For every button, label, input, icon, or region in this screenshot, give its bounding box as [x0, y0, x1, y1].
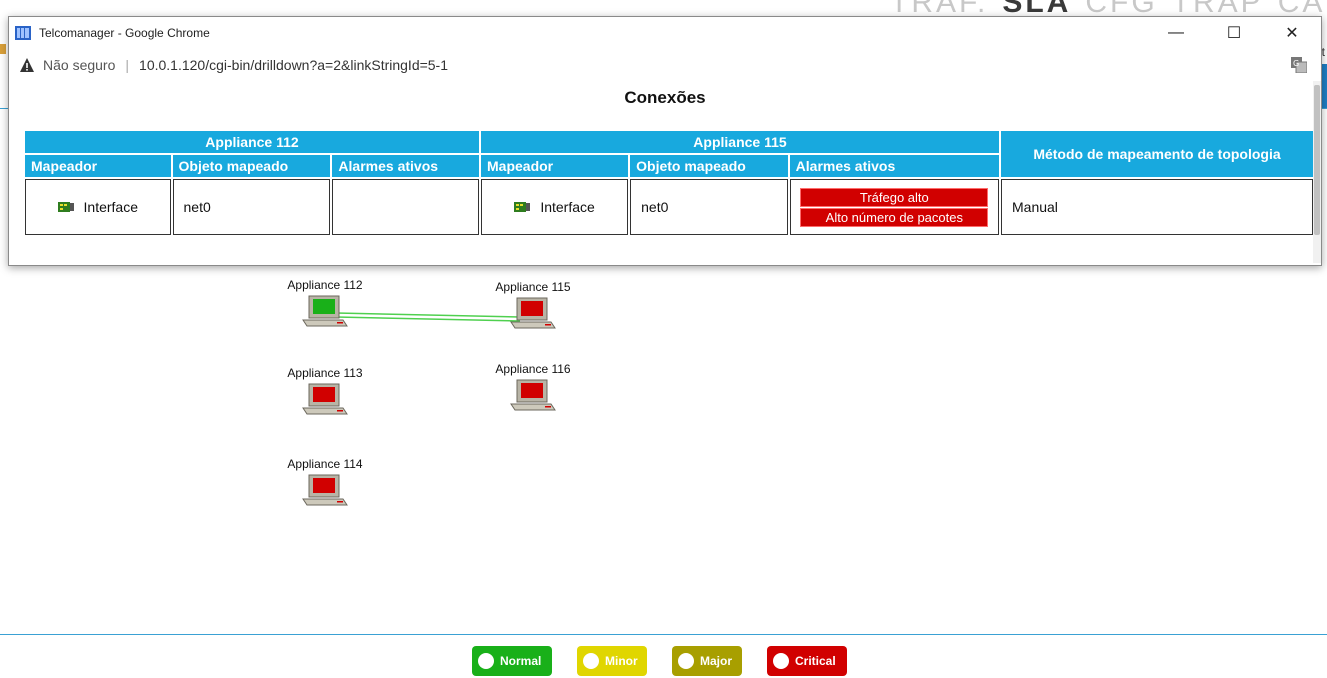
node-label: Appliance 115 [495, 280, 571, 294]
group-header-a: Appliance 112 [25, 131, 479, 153]
address-separator: | [125, 57, 130, 73]
method-header: Método de mapeamento de topologia [1001, 131, 1313, 177]
legend-label: Critical [795, 654, 836, 668]
legend-normal-button[interactable]: Normal [472, 646, 552, 676]
url-text[interactable]: 10.0.1.120/cgi-bin/drilldown?a=2&linkStr… [139, 57, 448, 73]
window-titlebar[interactable]: Telcomanager - Google Chrome — ☐ ✕ [9, 17, 1321, 49]
node-appliance-114[interactable]: Appliance 114 [275, 457, 375, 509]
computer-icon [510, 297, 556, 329]
node-label: Appliance 113 [287, 366, 363, 380]
legend-minor-button[interactable]: Minor [577, 646, 647, 676]
cell-method: Manual [1001, 179, 1313, 235]
node-label: Appliance 114 [287, 457, 363, 471]
address-bar[interactable]: Não seguro | 10.0.1.120/cgi-bin/drilldow… [9, 49, 1321, 81]
cell-alarms-a [332, 179, 479, 235]
connections-table: Appliance 112 Appliance 115 Método de ma… [23, 129, 1315, 237]
col-mapper-a: Mapeador [25, 155, 171, 177]
cell-alarms-b: Tráfego alto Alto número de pacotes [789, 179, 999, 235]
cell-object-b: net0 [630, 179, 788, 235]
node-label: Appliance 112 [287, 278, 363, 292]
close-icon[interactable]: ✕ [1263, 17, 1321, 49]
popup-window: Telcomanager - Google Chrome — ☐ ✕ Não s… [8, 16, 1322, 266]
node-label: Appliance 116 [495, 362, 571, 376]
col-alarms-a: Alarmes ativos [332, 155, 479, 177]
status-legend: Normal Minor Major Critical [472, 646, 847, 676]
mapper-label: Interface [540, 199, 595, 215]
cell-mapper-b: Interface [481, 179, 629, 235]
computer-icon [510, 379, 556, 411]
legend-label: Minor [605, 654, 638, 668]
computer-icon [302, 474, 348, 506]
minimize-icon[interactable]: — [1147, 17, 1205, 49]
col-mapper-b: Mapeador [481, 155, 629, 177]
legend-label: Normal [500, 654, 542, 668]
computer-icon [302, 383, 348, 415]
alarm-badge[interactable]: Alto número de pacotes [800, 207, 989, 227]
legend-label: Major [700, 654, 733, 668]
security-label[interactable]: Não seguro [43, 57, 115, 73]
legend-critical-button[interactable]: Critical [767, 646, 847, 676]
status-dot-icon [773, 653, 789, 669]
col-object-a: Objeto mapeado [172, 155, 331, 177]
network-card-icon [514, 202, 531, 212]
maximize-icon[interactable]: ☐ [1205, 17, 1263, 49]
cell-mapper-a: Interface [25, 179, 171, 235]
node-appliance-116[interactable]: Appliance 116 [483, 362, 583, 414]
group-header-b: Appliance 115 [481, 131, 999, 153]
table-row: Interface net0 Interface net0 Tráfego al… [25, 179, 1313, 235]
window-title: Telcomanager - Google Chrome [39, 26, 210, 40]
translate-icon[interactable]: G [1291, 57, 1307, 73]
cell-object-a: net0 [172, 179, 331, 235]
col-alarms-b: Alarmes ativos [789, 155, 999, 177]
status-dot-icon [478, 653, 494, 669]
mapper-label: Interface [83, 199, 138, 215]
col-object-b: Objeto mapeado [630, 155, 788, 177]
warning-icon [20, 58, 34, 72]
status-dot-icon [678, 653, 694, 669]
node-appliance-115[interactable]: Appliance 115 [483, 280, 583, 332]
node-appliance-112[interactable]: Appliance 112 [275, 278, 375, 330]
network-card-icon [57, 202, 74, 212]
alarm-badge[interactable]: Tráfego alto [800, 187, 989, 207]
right-text-fragment: t [1321, 45, 1325, 59]
footer-divider [0, 634, 1327, 635]
computer-icon [302, 295, 348, 327]
status-dot-icon [583, 653, 599, 669]
svg-text:G: G [1293, 59, 1299, 68]
page-title: Conexões [624, 88, 706, 107]
app-icon [15, 26, 31, 40]
legend-major-button[interactable]: Major [672, 646, 742, 676]
node-appliance-113[interactable]: Appliance 113 [275, 366, 375, 418]
